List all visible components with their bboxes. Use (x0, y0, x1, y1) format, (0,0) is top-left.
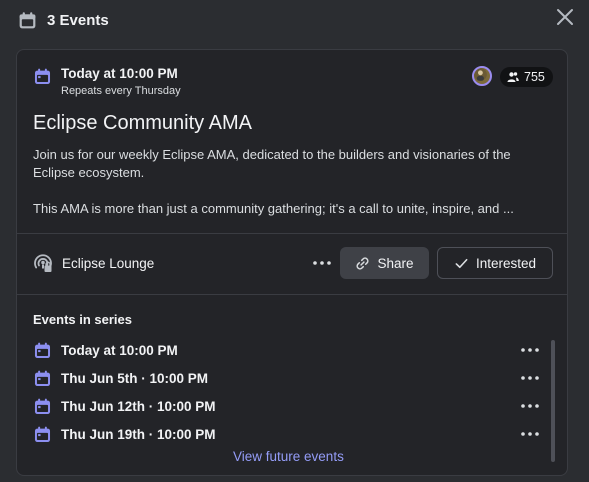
view-future-events-link[interactable]: View future events (233, 449, 344, 464)
event-repeat: Repeats every Thursday (61, 85, 181, 97)
scrollbar[interactable] (551, 340, 555, 462)
calendar-icon (34, 398, 51, 414)
more-options-icon[interactable] (519, 425, 541, 443)
event-location-name: Eclipse Lounge (62, 255, 155, 271)
series-item-label: Thu Jun 5th · 10:00 PM (61, 370, 209, 386)
modal-title: 3 Events (47, 11, 109, 29)
event-time-row: Today at 10:00 PM Repeats every Thursday (33, 66, 181, 98)
series-item-label: Today at 10:00 PM (61, 342, 178, 358)
close-icon[interactable] (555, 7, 575, 27)
event-time: Today at 10:00 PM (61, 66, 178, 81)
avatar-image (474, 68, 487, 81)
calendar-icon (34, 370, 51, 386)
interested-button[interactable]: Interested (437, 247, 553, 279)
series-heading: Events in series (33, 312, 132, 327)
people-icon (507, 72, 519, 82)
stage-channel-icon (34, 254, 52, 272)
series-item[interactable]: Today at 10:00 PM (33, 340, 541, 360)
calendar-icon (34, 68, 51, 85)
link-icon (356, 256, 370, 270)
host-avatar[interactable] (472, 66, 492, 86)
share-label: Share (377, 255, 414, 271)
calendar-icon (34, 342, 51, 358)
event-description: Join us for our weekly Eclipse AMA, dedi… (33, 146, 543, 218)
share-button[interactable]: Share (340, 247, 429, 279)
modal-header: 3 Events (17, 6, 109, 34)
more-options-icon[interactable] (519, 369, 541, 387)
calendar-icon (34, 426, 51, 442)
event-card: Today at 10:00 PM Repeats every Thursday… (16, 49, 568, 476)
more-options-icon[interactable] (311, 254, 333, 272)
scrollbar-thumb[interactable] (551, 340, 555, 462)
series-item[interactable]: Thu Jun 5th · 10:00 PM (33, 368, 541, 388)
series-item[interactable]: Thu Jun 19th · 10:00 PM (33, 424, 541, 444)
interested-count-badge[interactable]: 755 (500, 67, 553, 87)
series-item[interactable]: Thu Jun 12th · 10:00 PM (33, 396, 541, 416)
series-item-label: Thu Jun 19th · 10:00 PM (61, 426, 216, 442)
divider (17, 294, 567, 295)
more-options-icon[interactable] (519, 341, 541, 359)
series-item-label: Thu Jun 12th · 10:00 PM (61, 398, 216, 414)
more-options-icon[interactable] (519, 397, 541, 415)
interested-label: Interested (475, 255, 537, 271)
calendar-icon (19, 11, 36, 28)
event-description-paragraph: Join us for our weekly Eclipse AMA, dedi… (33, 147, 511, 180)
event-description-paragraph: This AMA is more than just a community g… (33, 201, 514, 216)
divider (17, 233, 567, 234)
interested-count: 755 (524, 70, 545, 84)
event-actions-row: Eclipse Lounge Share Interested (33, 247, 553, 279)
check-icon (455, 258, 468, 268)
event-title: Eclipse Community AMA (33, 112, 252, 134)
event-location[interactable]: Eclipse Lounge (33, 253, 154, 273)
